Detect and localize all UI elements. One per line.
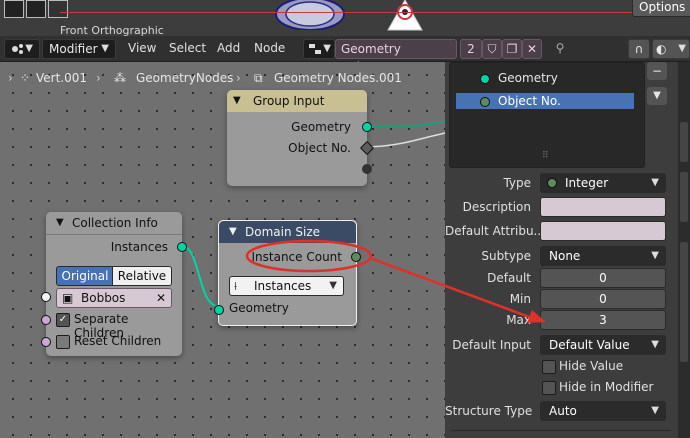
annotation-overlay xyxy=(245,239,546,323)
annotation-arrow-line xyxy=(369,256,533,320)
annotation-ellipse xyxy=(245,239,373,273)
annotation-arrowhead xyxy=(527,310,546,323)
